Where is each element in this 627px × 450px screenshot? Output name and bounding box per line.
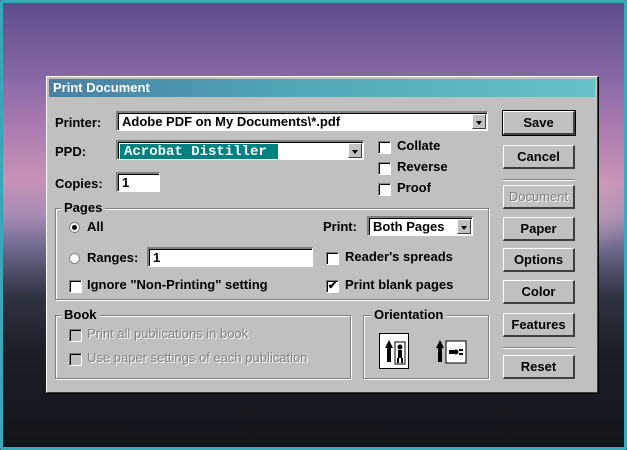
printer-select[interactable]: Adobe PDF on My Documents\*.pdf	[116, 111, 488, 131]
print-dropdown-arrow-icon[interactable]	[457, 219, 471, 234]
readers-spreads-checkbox[interactable]	[326, 252, 339, 265]
all-pages-radio[interactable]	[69, 222, 80, 233]
button-separator-2	[503, 347, 575, 349]
options-button[interactable]: Options	[503, 248, 575, 272]
ppd-value: Acrobat Distiller	[120, 144, 278, 159]
print-all-publications-checkbox[interactable]	[69, 329, 82, 342]
paper-button[interactable]: Paper	[503, 217, 575, 241]
document-button[interactable]: Document	[503, 185, 575, 209]
save-button[interactable]: Save	[502, 110, 576, 136]
ranges-radio[interactable]	[69, 253, 80, 264]
ppd-select[interactable]: Acrobat Distiller	[116, 140, 364, 160]
printer-label: Printer:	[55, 115, 102, 130]
readers-spreads-label: Reader's spreads	[345, 249, 453, 264]
copies-input[interactable]: 1	[116, 172, 160, 192]
print-all-publications-label: Print all publications in book	[87, 326, 249, 341]
reverse-label: Reverse	[397, 159, 448, 174]
features-button[interactable]: Features	[503, 313, 575, 337]
ppd-dropdown-arrow-icon[interactable]	[348, 143, 362, 158]
ignore-non-printing-checkbox[interactable]	[69, 280, 82, 293]
book-group-title: Book	[61, 307, 100, 322]
use-paper-settings-checkbox[interactable]	[69, 353, 82, 366]
printer-dropdown-arrow-icon[interactable]	[472, 114, 486, 129]
color-button[interactable]: Color	[503, 280, 575, 304]
print-value: Both Pages	[373, 219, 445, 234]
landscape-orientation-icon[interactable]	[433, 333, 467, 369]
print-label: Print:	[323, 219, 357, 234]
orientation-group-title: Orientation	[371, 307, 447, 322]
button-separator	[503, 179, 575, 181]
title-bar[interactable]: Print Document	[49, 79, 595, 97]
ppd-label: PPD:	[55, 144, 87, 159]
ignore-non-printing-label: Ignore "Non-Printing" setting	[87, 277, 268, 292]
reverse-checkbox[interactable]	[378, 162, 391, 175]
print-blank-pages-label: Print blank pages	[345, 277, 454, 292]
print-document-dialog: Print Document Printer: Adobe PDF on My …	[46, 76, 598, 393]
book-group	[55, 315, 351, 379]
all-pages-label: All	[87, 219, 104, 234]
reset-button[interactable]: Reset	[503, 355, 575, 379]
proof-label: Proof	[397, 180, 431, 195]
print-select[interactable]: Both Pages	[367, 216, 473, 236]
pages-group-title: Pages	[61, 200, 106, 215]
ranges-input[interactable]: 1	[147, 247, 313, 267]
use-paper-settings-label: Use paper settings of each publication	[87, 350, 308, 365]
portrait-orientation-icon[interactable]	[379, 333, 409, 369]
proof-checkbox[interactable]	[378, 183, 391, 196]
collate-checkbox[interactable]	[378, 141, 391, 154]
cancel-button[interactable]: Cancel	[503, 145, 575, 169]
print-blank-pages-checkbox[interactable]: ✔	[326, 280, 339, 293]
printer-value: Adobe PDF on My Documents\*.pdf	[122, 114, 341, 129]
collate-label: Collate	[397, 138, 441, 153]
ranges-label: Ranges:	[87, 250, 139, 265]
copies-label: Copies:	[55, 176, 103, 191]
